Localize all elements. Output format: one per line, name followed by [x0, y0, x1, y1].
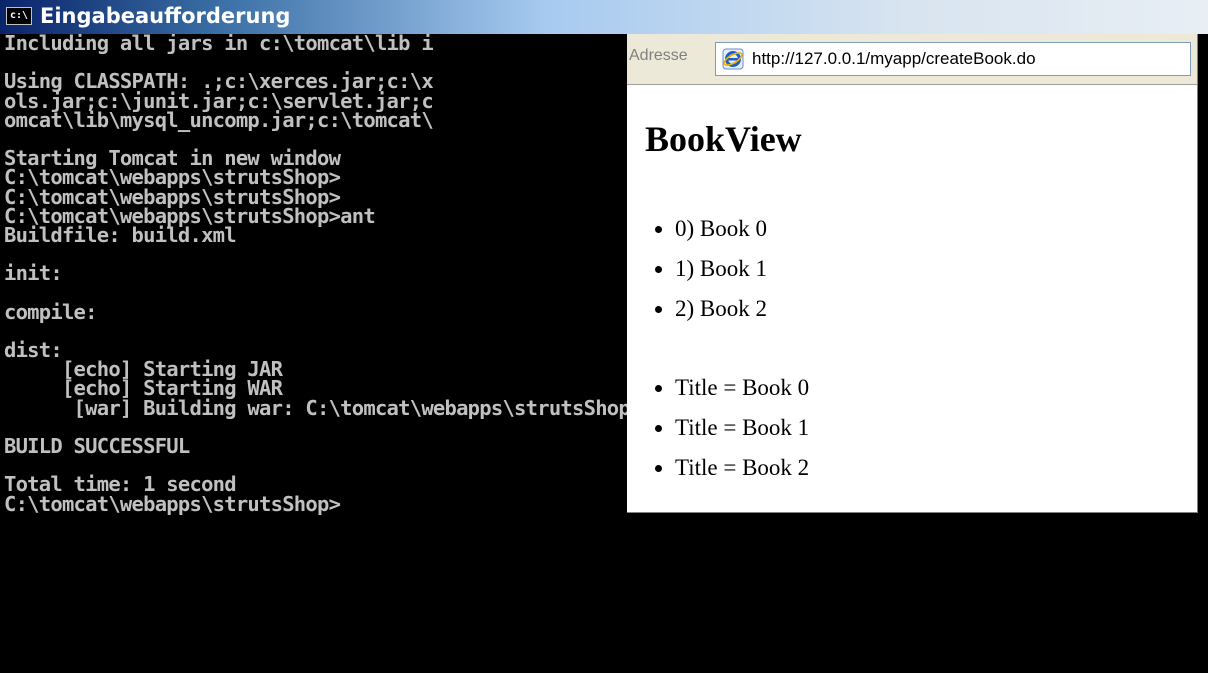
book-list: 0) Book 0 1) Book 1 2) Book 2 — [627, 209, 767, 329]
url-input[interactable]: http://127.0.0.1/myapp/createBook.do — [715, 42, 1191, 76]
url-text: http://127.0.0.1/myapp/createBook.do — [752, 49, 1036, 68]
list-item: 2) Book 2 — [675, 289, 767, 329]
page-heading: BookView — [645, 119, 802, 159]
book-title-list: Title = Book 0 Title = Book 1 Title = Bo… — [627, 368, 809, 488]
window-title: Eingabeaufforderung — [40, 4, 291, 28]
browser-window[interactable]: Adresse http://127.0.0.1/myapp/createBoo… — [627, 34, 1198, 513]
list-item: Title = Book 0 — [675, 368, 809, 408]
address-label: Adresse — [629, 47, 688, 64]
list-item: 1) Book 1 — [675, 249, 767, 289]
list-item: Title = Book 2 — [675, 448, 809, 488]
list-item: Title = Book 1 — [675, 408, 809, 448]
console-title-bar[interactable]: c:\ Eingabeaufforderung — [0, 0, 1208, 34]
list-item: 0) Book 0 — [675, 209, 767, 249]
internet-explorer-icon — [722, 48, 744, 70]
address-bar: Adresse http://127.0.0.1/myapp/createBoo… — [627, 34, 1197, 85]
cmd-app-icon: c:\ — [6, 7, 32, 25]
page-content: BookView 0) Book 0 1) Book 1 2) Book 2 T… — [627, 84, 1197, 512]
